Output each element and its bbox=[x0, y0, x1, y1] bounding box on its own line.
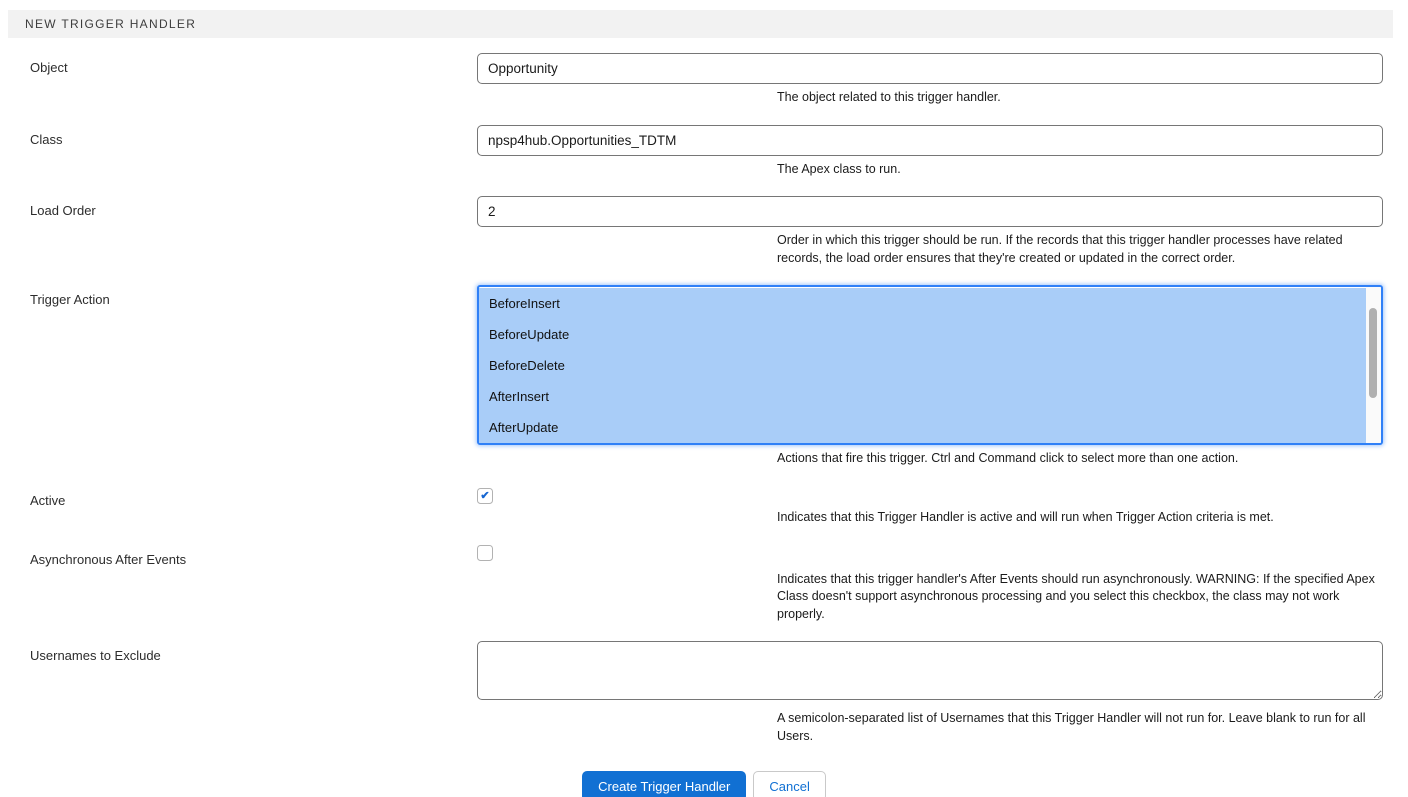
trigger-action-option[interactable]: BeforeInsert bbox=[479, 288, 1366, 319]
async-after-events-label: Asynchronous After Events bbox=[30, 545, 477, 624]
usernames-to-exclude-help: A semicolon-separated list of Usernames … bbox=[777, 710, 1383, 745]
trigger-action-options: BeforeInsert BeforeUpdate BeforeDelete A… bbox=[479, 288, 1366, 443]
object-label: Object bbox=[30, 53, 477, 107]
trigger-action-select[interactable]: BeforeInsert BeforeUpdate BeforeDelete A… bbox=[477, 285, 1383, 445]
page-title: NEW TRIGGER HANDLER bbox=[25, 17, 196, 31]
trigger-action-help: Actions that fire this trigger. Ctrl and… bbox=[777, 450, 1383, 468]
active-row: Active ✔ Indicates that this Trigger Han… bbox=[0, 486, 1408, 527]
async-after-events-row: Asynchronous After Events ✔ Indicates th… bbox=[0, 545, 1408, 624]
class-help: The Apex class to run. bbox=[777, 161, 1383, 179]
async-after-events-checkbox[interactable]: ✔ bbox=[477, 545, 493, 561]
trigger-action-option[interactable]: AfterUpdate bbox=[479, 412, 1366, 443]
trigger-action-option[interactable]: AfterInsert bbox=[479, 381, 1366, 412]
new-trigger-handler-page: NEW TRIGGER HANDLER Object The object re… bbox=[0, 0, 1408, 797]
class-input[interactable] bbox=[477, 125, 1383, 156]
select-scrollbar[interactable] bbox=[1366, 287, 1381, 443]
object-row: Object The object related to this trigge… bbox=[0, 53, 1408, 107]
trigger-action-option[interactable]: BeforeDelete bbox=[479, 350, 1366, 381]
section-header: NEW TRIGGER HANDLER bbox=[8, 10, 1393, 38]
form-actions: Create Trigger Handler Cancel bbox=[0, 771, 1408, 797]
create-trigger-handler-button[interactable]: Create Trigger Handler bbox=[582, 771, 746, 797]
trigger-action-row: Trigger Action BeforeInsert BeforeUpdate… bbox=[0, 285, 1408, 468]
active-label: Active bbox=[30, 486, 477, 527]
cancel-button[interactable]: Cancel bbox=[753, 771, 825, 797]
active-help: Indicates that this Trigger Handler is a… bbox=[777, 509, 1383, 527]
load-order-row: Load Order Order in which this trigger s… bbox=[0, 196, 1408, 267]
checkmark-icon: ✔ bbox=[480, 491, 489, 502]
load-order-help: Order in which this trigger should be ru… bbox=[777, 232, 1383, 267]
load-order-input[interactable] bbox=[477, 196, 1383, 227]
object-help: The object related to this trigger handl… bbox=[777, 89, 1383, 107]
usernames-to-exclude-row: Usernames to Exclude A semicolon-separat… bbox=[0, 641, 1408, 745]
trigger-action-option[interactable]: BeforeUpdate bbox=[479, 319, 1366, 350]
class-row: Class The Apex class to run. bbox=[0, 125, 1408, 179]
usernames-to-exclude-label: Usernames to Exclude bbox=[30, 641, 477, 745]
class-label: Class bbox=[30, 125, 477, 179]
trigger-handler-form: Object The object related to this trigge… bbox=[0, 53, 1408, 797]
usernames-to-exclude-textarea[interactable] bbox=[477, 641, 1383, 700]
load-order-label: Load Order bbox=[30, 196, 477, 267]
select-scrollbar-thumb[interactable] bbox=[1369, 308, 1377, 398]
object-input[interactable] bbox=[477, 53, 1383, 84]
async-after-events-help: Indicates that this trigger handler's Af… bbox=[777, 571, 1383, 624]
active-checkbox[interactable]: ✔ bbox=[477, 488, 493, 504]
trigger-action-label: Trigger Action bbox=[30, 285, 477, 468]
